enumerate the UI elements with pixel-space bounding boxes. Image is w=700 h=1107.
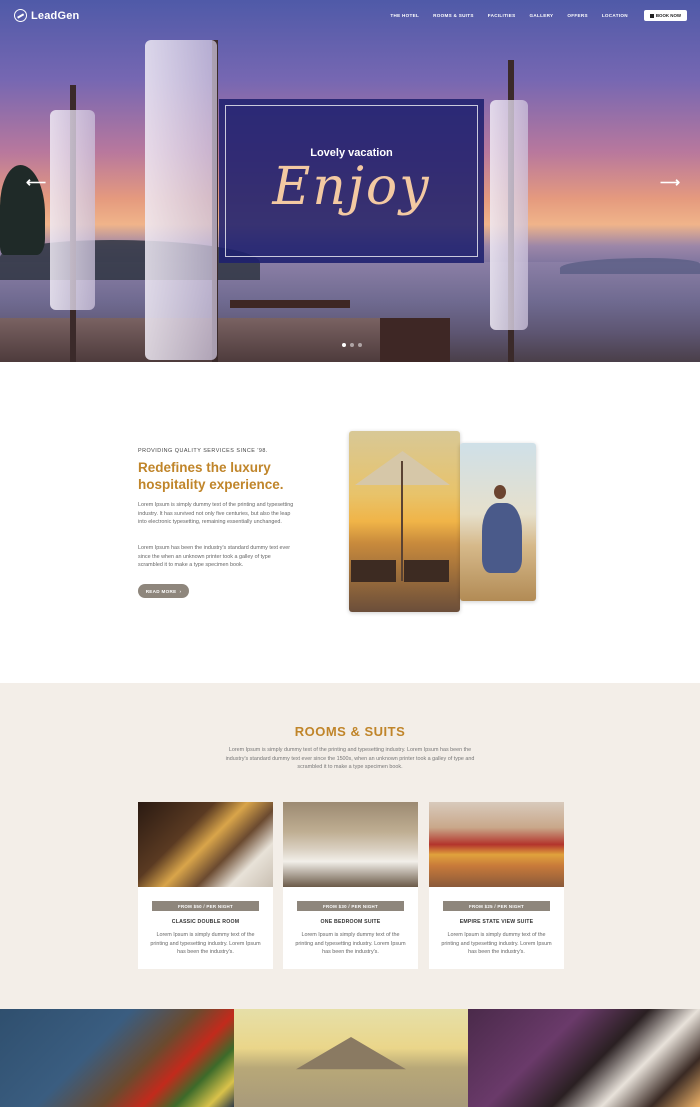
slider-prev-arrow[interactable]: ⟵ xyxy=(26,174,46,191)
room-description: Lorem Ipsum is simply dummy text of the … xyxy=(441,932,552,956)
calendar-icon xyxy=(649,13,654,18)
slider-dot[interactable] xyxy=(358,343,362,347)
room-name[interactable]: ONE BEDROOM SUITE xyxy=(283,919,418,925)
hero-caption-box: Lovely vacation Enjoy xyxy=(219,99,484,263)
gazebo-curtain xyxy=(145,40,217,360)
room-card-empire-state[interactable]: FROM $25 / PER NIGHT EMPIRE STATE VIEW S… xyxy=(429,802,564,969)
about-title: Redefines the luxury hospitality experie… xyxy=(138,460,284,492)
sun-lounger xyxy=(404,560,449,582)
room-card-one-bedroom[interactable]: FROM $30 / PER NIGHT ONE BEDROOM SUITE L… xyxy=(283,802,418,969)
room-price-badge: FROM $25 / PER NIGHT xyxy=(443,901,550,911)
slider-dots xyxy=(342,343,362,347)
room-image xyxy=(283,802,418,887)
rooms-description: Lorem Ipsum is simply dummy text of the … xyxy=(225,747,475,771)
about-image-woman xyxy=(460,443,536,601)
gazebo-curtain xyxy=(490,100,528,330)
slider-dot[interactable] xyxy=(342,343,346,347)
room-card-classic-double[interactable]: FROM $50 / PER NIGHT CLASSIC DOUBLE ROOM… xyxy=(138,802,273,969)
nav-item-rooms-suits[interactable]: ROOMS & SUITS xyxy=(433,13,474,18)
rooms-title: ROOMS & SUITS xyxy=(294,724,406,739)
nav-item-offers[interactable]: OFFERS xyxy=(567,13,587,18)
nav-item-gallery[interactable]: GALLERY xyxy=(530,13,554,18)
hero-island-far xyxy=(560,258,700,274)
hero-title: Enjoy xyxy=(272,157,431,217)
read-more-button[interactable]: READ MORE › xyxy=(138,584,189,598)
slider-next-arrow[interactable]: ⟶ xyxy=(660,174,680,191)
nav-item-the-hotel[interactable]: THE HOTEL xyxy=(390,13,419,18)
room-description: Lorem Ipsum is simply dummy text of the … xyxy=(295,932,406,956)
book-now-label: BOOK NOW xyxy=(655,13,681,18)
room-price-badge: FROM $30 / PER NIGHT xyxy=(297,901,404,911)
sun-lounger xyxy=(351,560,396,582)
globe-icon xyxy=(14,9,27,22)
slider-dot[interactable] xyxy=(350,343,354,347)
main-nav: THE HOTEL ROOMS & SUITS FACILITIES GALLE… xyxy=(376,10,687,21)
gallery-tile-spa[interactable] xyxy=(468,1009,700,1107)
room-image xyxy=(429,802,564,887)
gazebo-curtain xyxy=(50,110,95,310)
gallery-tile-beach[interactable] xyxy=(234,1009,468,1107)
about-image-beach xyxy=(349,431,460,612)
about-kicker: PROVIDING QUALITY SERVICES SINCE '98. xyxy=(138,448,268,454)
logo-text: LeadGen xyxy=(31,9,80,22)
hero-table xyxy=(230,300,350,308)
room-name[interactable]: CLASSIC DOUBLE ROOM xyxy=(138,919,273,925)
book-now-button[interactable]: BOOK NOW xyxy=(643,10,687,21)
about-paragraph-2: Lorem Ipsum has been the industry's stan… xyxy=(138,545,291,569)
woman-head xyxy=(494,485,506,499)
nav-item-location[interactable]: LOCATION xyxy=(602,13,628,18)
room-image xyxy=(138,802,273,887)
chevron-right-icon: › xyxy=(179,588,182,594)
hero-chair xyxy=(380,318,450,362)
umbrella-shape xyxy=(296,1037,406,1070)
room-name[interactable]: EMPIRE STATE VIEW SUITE xyxy=(429,919,564,925)
gallery-tile-food[interactable] xyxy=(0,1009,234,1107)
umbrella-pole xyxy=(401,461,403,581)
woman-dress xyxy=(482,503,522,573)
logo[interactable]: LeadGen xyxy=(14,9,79,22)
room-price-badge: FROM $50 / PER NIGHT xyxy=(152,901,259,911)
read-more-label: READ MORE xyxy=(145,588,177,594)
hero-slider: LeadGen THE HOTEL ROOMS & SUITS FACILITI… xyxy=(0,0,700,362)
room-description: Lorem Ipsum is simply dummy text of the … xyxy=(150,932,261,956)
about-paragraph-1: Lorem Ipsum is simply dummy text of the … xyxy=(138,502,294,526)
nav-item-facilities[interactable]: FACILITIES xyxy=(488,13,516,18)
